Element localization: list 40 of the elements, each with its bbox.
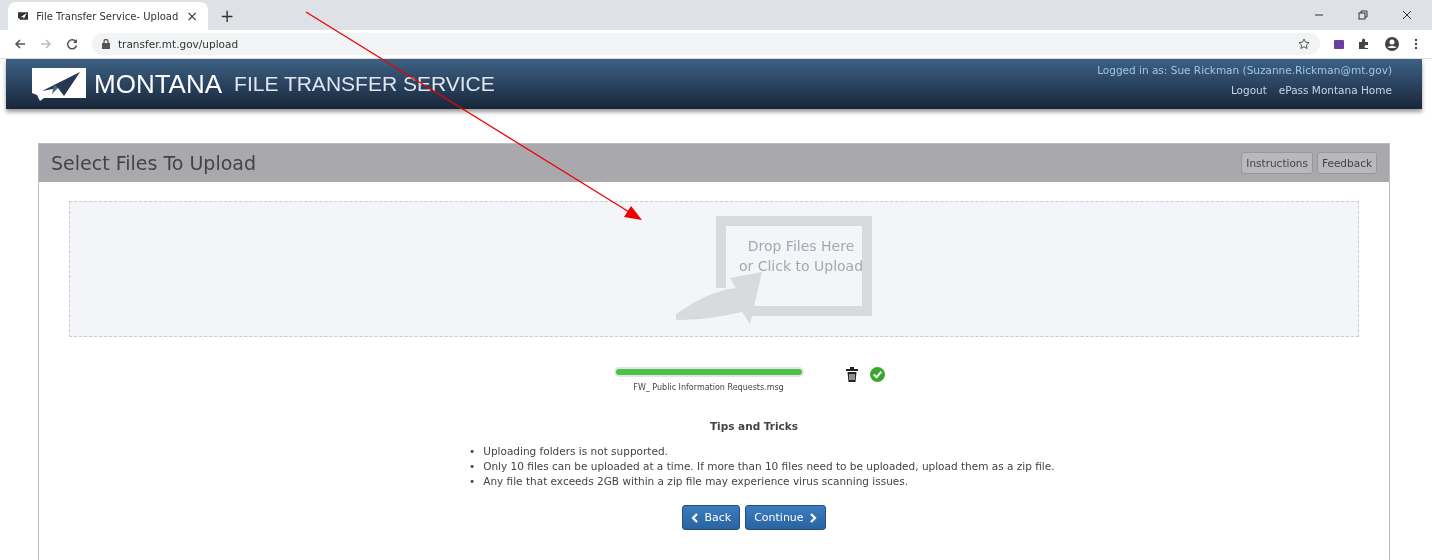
upload-arrow-icon bbox=[676, 214, 872, 324]
continue-button[interactable]: Continue bbox=[745, 505, 826, 530]
header-link[interactable]: Logout bbox=[1230, 84, 1267, 96]
restore-icon[interactable] bbox=[1358, 10, 1368, 20]
trash-icon[interactable] bbox=[845, 367, 858, 382]
puzzle-icon[interactable] bbox=[1358, 38, 1370, 50]
plane-icon bbox=[18, 10, 29, 22]
new-tab-button[interactable]: + bbox=[220, 6, 235, 26]
back-button[interactable]: Back bbox=[682, 505, 741, 530]
file-name: FW_ Public Information Requests.msg bbox=[633, 383, 784, 392]
drop-hint: or Click to Upload bbox=[738, 257, 864, 276]
chevron-right-icon bbox=[809, 512, 817, 523]
header-link[interactable]: ePass Montana Home bbox=[1278, 84, 1392, 96]
panel-button[interactable]: Instructions bbox=[1241, 152, 1313, 174]
close-icon[interactable] bbox=[1402, 10, 1412, 20]
lock-icon bbox=[102, 39, 110, 49]
tip-text: Only 10 files can be uploaded at a time. If more than 10 files need to be uploaded, upload them as a zip file. bbox=[483, 460, 1055, 472]
back-arrow-icon[interactable] bbox=[14, 38, 26, 50]
address-bar[interactable]: transfer.mt.gov/upload bbox=[92, 33, 1320, 55]
reload-icon[interactable] bbox=[66, 38, 78, 50]
more-menu-icon[interactable] bbox=[1414, 38, 1418, 50]
drop-hint: Drop Files Here bbox=[747, 237, 855, 256]
chevron-left-icon bbox=[691, 512, 699, 523]
extension-icon[interactable] bbox=[1334, 38, 1344, 50]
panel-button[interactable]: Feedback bbox=[1317, 152, 1377, 174]
bullet: • bbox=[469, 475, 476, 487]
state-plane-logo bbox=[30, 66, 88, 102]
bullet: • bbox=[469, 445, 476, 457]
profile-icon[interactable] bbox=[1384, 36, 1400, 52]
tip-text: Uploading folders is not supported. bbox=[483, 445, 668, 457]
tips-title: Tips and Tricks bbox=[709, 420, 799, 432]
panel-title: Select Files To Upload bbox=[51, 152, 256, 174]
tip-text: Any file that exceeds 2GB within a zip file may experience virus scanning issues. bbox=[483, 475, 909, 487]
logged-in-text: Logged in as: Sue Rickman (Suzanne.Rickman@mt.gov) bbox=[1097, 64, 1392, 76]
bullet: • bbox=[469, 460, 476, 472]
brand-name: MONTANA bbox=[94, 68, 223, 100]
star-icon[interactable] bbox=[1298, 38, 1310, 50]
close-tab-button[interactable]: × bbox=[186, 8, 198, 24]
browser-tab[interactable]: File Transfer Service- Upload × bbox=[8, 2, 208, 30]
tab-title: File Transfer Service- Upload bbox=[36, 10, 179, 22]
